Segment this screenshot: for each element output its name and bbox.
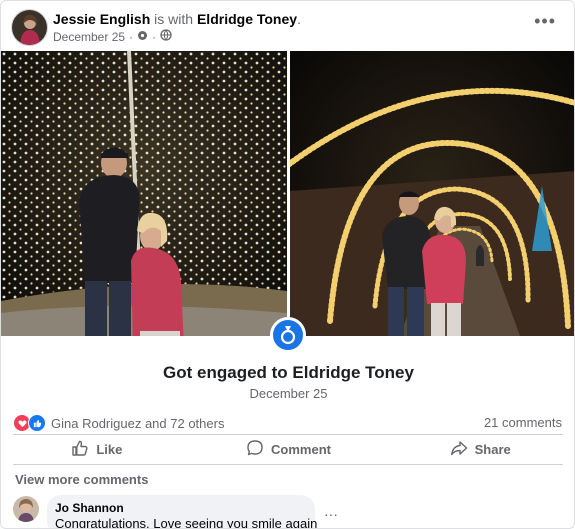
comment-button[interactable]: Comment (193, 434, 385, 464)
period: . (297, 11, 301, 27)
divider-bottom (13, 464, 563, 465)
like-label: Like (96, 441, 123, 457)
photo-right[interactable] (290, 51, 574, 336)
meta-separator: · (129, 29, 134, 44)
comment-author[interactable]: Jo Shannon (55, 501, 124, 515)
comment-bubble-icon (246, 439, 264, 460)
reactors-text[interactable]: Gina Rodriguez and 72 others (51, 416, 224, 431)
photo-left[interactable] (1, 51, 287, 336)
life-event-date: December 25 (249, 386, 328, 401)
comment-more-dots-icon[interactable]: ··· (324, 506, 338, 522)
with-text: is with (154, 11, 194, 27)
comment-label: Comment (271, 441, 331, 457)
author-name[interactable]: Jessie English (53, 11, 150, 27)
more-dots-icon[interactable]: ••• (534, 11, 556, 32)
comment-bubble: Jo Shannon Congratulations. Love seeing … (47, 495, 318, 529)
reactions-summary[interactable]: Gina Rodriguez and 72 others (13, 414, 224, 432)
post-author-line: Jessie English is with Eldridge Toney. (53, 11, 301, 27)
share-label: Share (474, 441, 511, 457)
view-more-comments[interactable]: View more comments (15, 472, 148, 487)
comments-count[interactable]: 21 comments (484, 415, 562, 430)
post-card: Jessie English is with Eldridge Toney. D… (0, 0, 575, 529)
ring-icon (270, 317, 306, 353)
share-button[interactable]: Share (384, 434, 574, 464)
like-reaction-icon (28, 414, 46, 432)
globe-icon[interactable] (160, 29, 172, 44)
commenter-avatar[interactable] (13, 496, 39, 522)
tagged-person[interactable]: Eldridge Toney (197, 11, 297, 27)
like-button[interactable]: Like (1, 434, 193, 464)
thumbs-up-icon (71, 439, 89, 460)
settings-dot-icon (137, 30, 148, 44)
share-arrow-icon (450, 439, 468, 460)
author-avatar[interactable] (11, 9, 48, 46)
post-meta: December 25 · · (53, 29, 172, 44)
meta-separator-2: · (152, 29, 157, 44)
comment-text: Congratulations. Love seeing you smile a… (55, 516, 318, 529)
post-date[interactable]: December 25 (53, 30, 125, 44)
life-event-title: Got engaged to Eldridge Toney (163, 363, 414, 382)
action-bar: Like Comment Share (1, 434, 574, 464)
